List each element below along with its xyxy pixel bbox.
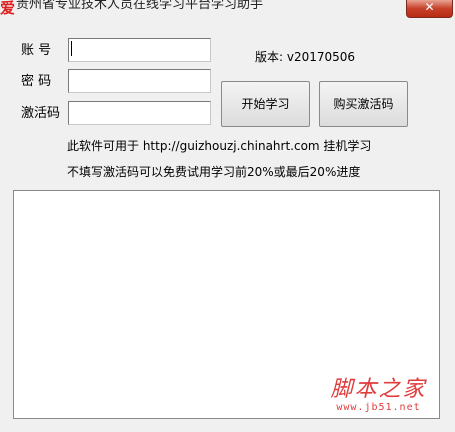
usage-info-text: 此软件可用于 http://guizhouzj.chinahrt.com 挂机学… xyxy=(67,139,372,153)
app-window: 爱 贵州省专业技术人员在线学习平台学习助手 ✕ 账 号 密 码 激活码 版本: … xyxy=(0,0,455,432)
start-learning-button[interactable]: 开始学习 xyxy=(221,81,310,127)
account-input[interactable] xyxy=(68,38,211,62)
close-icon: ✕ xyxy=(424,0,435,14)
window-title: 贵州省专业技术人员在线学习平台学习助手 xyxy=(16,0,264,12)
text-cursor xyxy=(71,41,72,56)
activation-code-label: 激活码 xyxy=(21,106,61,121)
version-label: 版本: v20170506 xyxy=(255,50,356,64)
title-bar[interactable]: 爱 贵州省专业技术人员在线学习平台学习助手 ✕ xyxy=(0,0,455,20)
buy-activation-code-button[interactable]: 购买激活码 xyxy=(319,81,408,127)
account-label: 账 号 xyxy=(21,43,52,58)
password-input[interactable] xyxy=(68,69,211,93)
close-button[interactable]: ✕ xyxy=(406,0,453,18)
activation-code-input[interactable] xyxy=(68,101,211,125)
password-label: 密 码 xyxy=(21,74,52,89)
log-output-area[interactable] xyxy=(13,190,440,419)
trial-info-text: 不填写激活码可以免费试用学习前20%或最后20%进度 xyxy=(67,165,361,179)
